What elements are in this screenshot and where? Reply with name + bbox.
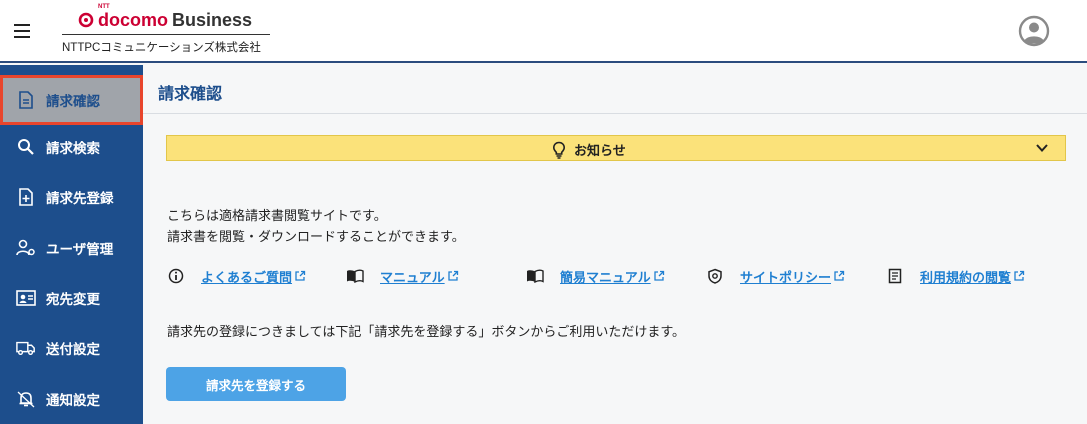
link-label[interactable]: サイトポリシー [740, 267, 831, 286]
search-icon [16, 137, 36, 157]
manual-link[interactable]: マニュアル [346, 266, 459, 286]
register-billing-button[interactable]: 請求先を登録する [166, 367, 346, 401]
link-label[interactable]: 簡易マニュアル [560, 267, 651, 286]
sidebar-item-user-management[interactable]: ユーザ管理 [0, 223, 143, 273]
external-link-icon [295, 270, 306, 281]
user-avatar-icon[interactable] [1018, 15, 1050, 47]
external-link-icon [447, 270, 458, 281]
title-divider [143, 113, 1087, 114]
sidebar-item-label: 請求検索 [46, 141, 100, 157]
sidebar-item-billing-confirm[interactable]: 請求確認 [0, 75, 143, 125]
sidebar-item-label: 送付設定 [46, 342, 100, 358]
sidebar-item-billing-register[interactable]: 請求先登録 [0, 172, 143, 222]
faq-link[interactable]: よくあるご質問 [167, 266, 306, 286]
external-link-icon [653, 270, 664, 281]
intro-text: こちらは適格請求書閲覧サイトです。 請求書を閲覧・ダウンロードすることができます… [167, 206, 465, 248]
logo-divider [62, 34, 270, 35]
sidebar-item-billing-search[interactable]: 請求検索 [0, 122, 143, 172]
external-link-icon [834, 270, 845, 281]
link-label[interactable]: マニュアル [380, 267, 445, 286]
sidebar: 請求確認 請求検索 請求先登録 ユーザ管理 宛先変更 送付設定 通知設定 [0, 65, 143, 424]
hamburger-menu-icon[interactable] [12, 22, 34, 40]
sidebar-item-label: 請求確認 [46, 94, 100, 110]
logo-docomo-text: docomo [98, 9, 168, 30]
intro-line: 請求書を閲覧・ダウンロードすることができます。 [167, 230, 465, 245]
link-label[interactable]: よくあるご質問 [201, 267, 292, 286]
sidebar-item-address-change[interactable]: 宛先変更 [0, 273, 143, 323]
register-note: 請求先の登録につきましては下記「請求先を登録する」ボタンからご利用いただけます。 [167, 325, 686, 340]
policy-icon [706, 267, 724, 285]
sidebar-item-label: 通知設定 [46, 393, 100, 409]
info-icon [167, 267, 185, 285]
contact-card-icon [16, 288, 36, 308]
link-label[interactable]: 利用規約の閲覧 [920, 267, 1011, 286]
terms-link[interactable]: 利用規約の閲覧 [886, 266, 1025, 286]
sidebar-item-delivery-settings[interactable]: 送付設定 [0, 323, 143, 373]
logo-ntt-text: NTT [98, 3, 110, 10]
external-link-icon [1014, 270, 1025, 281]
book-icon [526, 267, 544, 285]
file-add-icon [16, 187, 36, 207]
company-name: NTTPCコミュニケーションズ株式会社 [62, 42, 261, 54]
logo[interactable]: NTT docomo Business NTTPCコミュニケーションズ株式会社 [62, 4, 272, 56]
truck-icon [16, 338, 36, 358]
document-icon [16, 90, 36, 110]
sidebar-item-label: ユーザ管理 [46, 242, 114, 258]
top-header: NTT docomo Business NTTPCコミュニケーションズ株式会社 [0, 0, 1087, 63]
sidebar-item-label: 宛先変更 [46, 292, 100, 308]
chevron-down-icon[interactable] [1035, 142, 1049, 154]
site-policy-link[interactable]: サイトポリシー [706, 266, 845, 286]
bell-icon [16, 389, 36, 409]
page-title: 請求確認 [158, 84, 223, 103]
intro-line: こちらは適格請求書閲覧サイトです。 [167, 209, 387, 224]
sidebar-item-label: 請求先登録 [46, 191, 114, 207]
users-manage-icon [16, 238, 36, 258]
logo-business-text: Business [172, 9, 253, 30]
notice-accordion[interactable]: お知らせ [166, 135, 1066, 161]
quick-manual-link[interactable]: 簡易マニュアル [526, 266, 665, 286]
book-icon [346, 267, 364, 285]
terms-icon [886, 267, 904, 285]
docomo-logo-mark-icon [78, 12, 94, 28]
lightbulb-icon [552, 141, 566, 159]
sidebar-item-notification-settings[interactable]: 通知設定 [0, 374, 143, 424]
notice-label: お知らせ [574, 144, 626, 159]
